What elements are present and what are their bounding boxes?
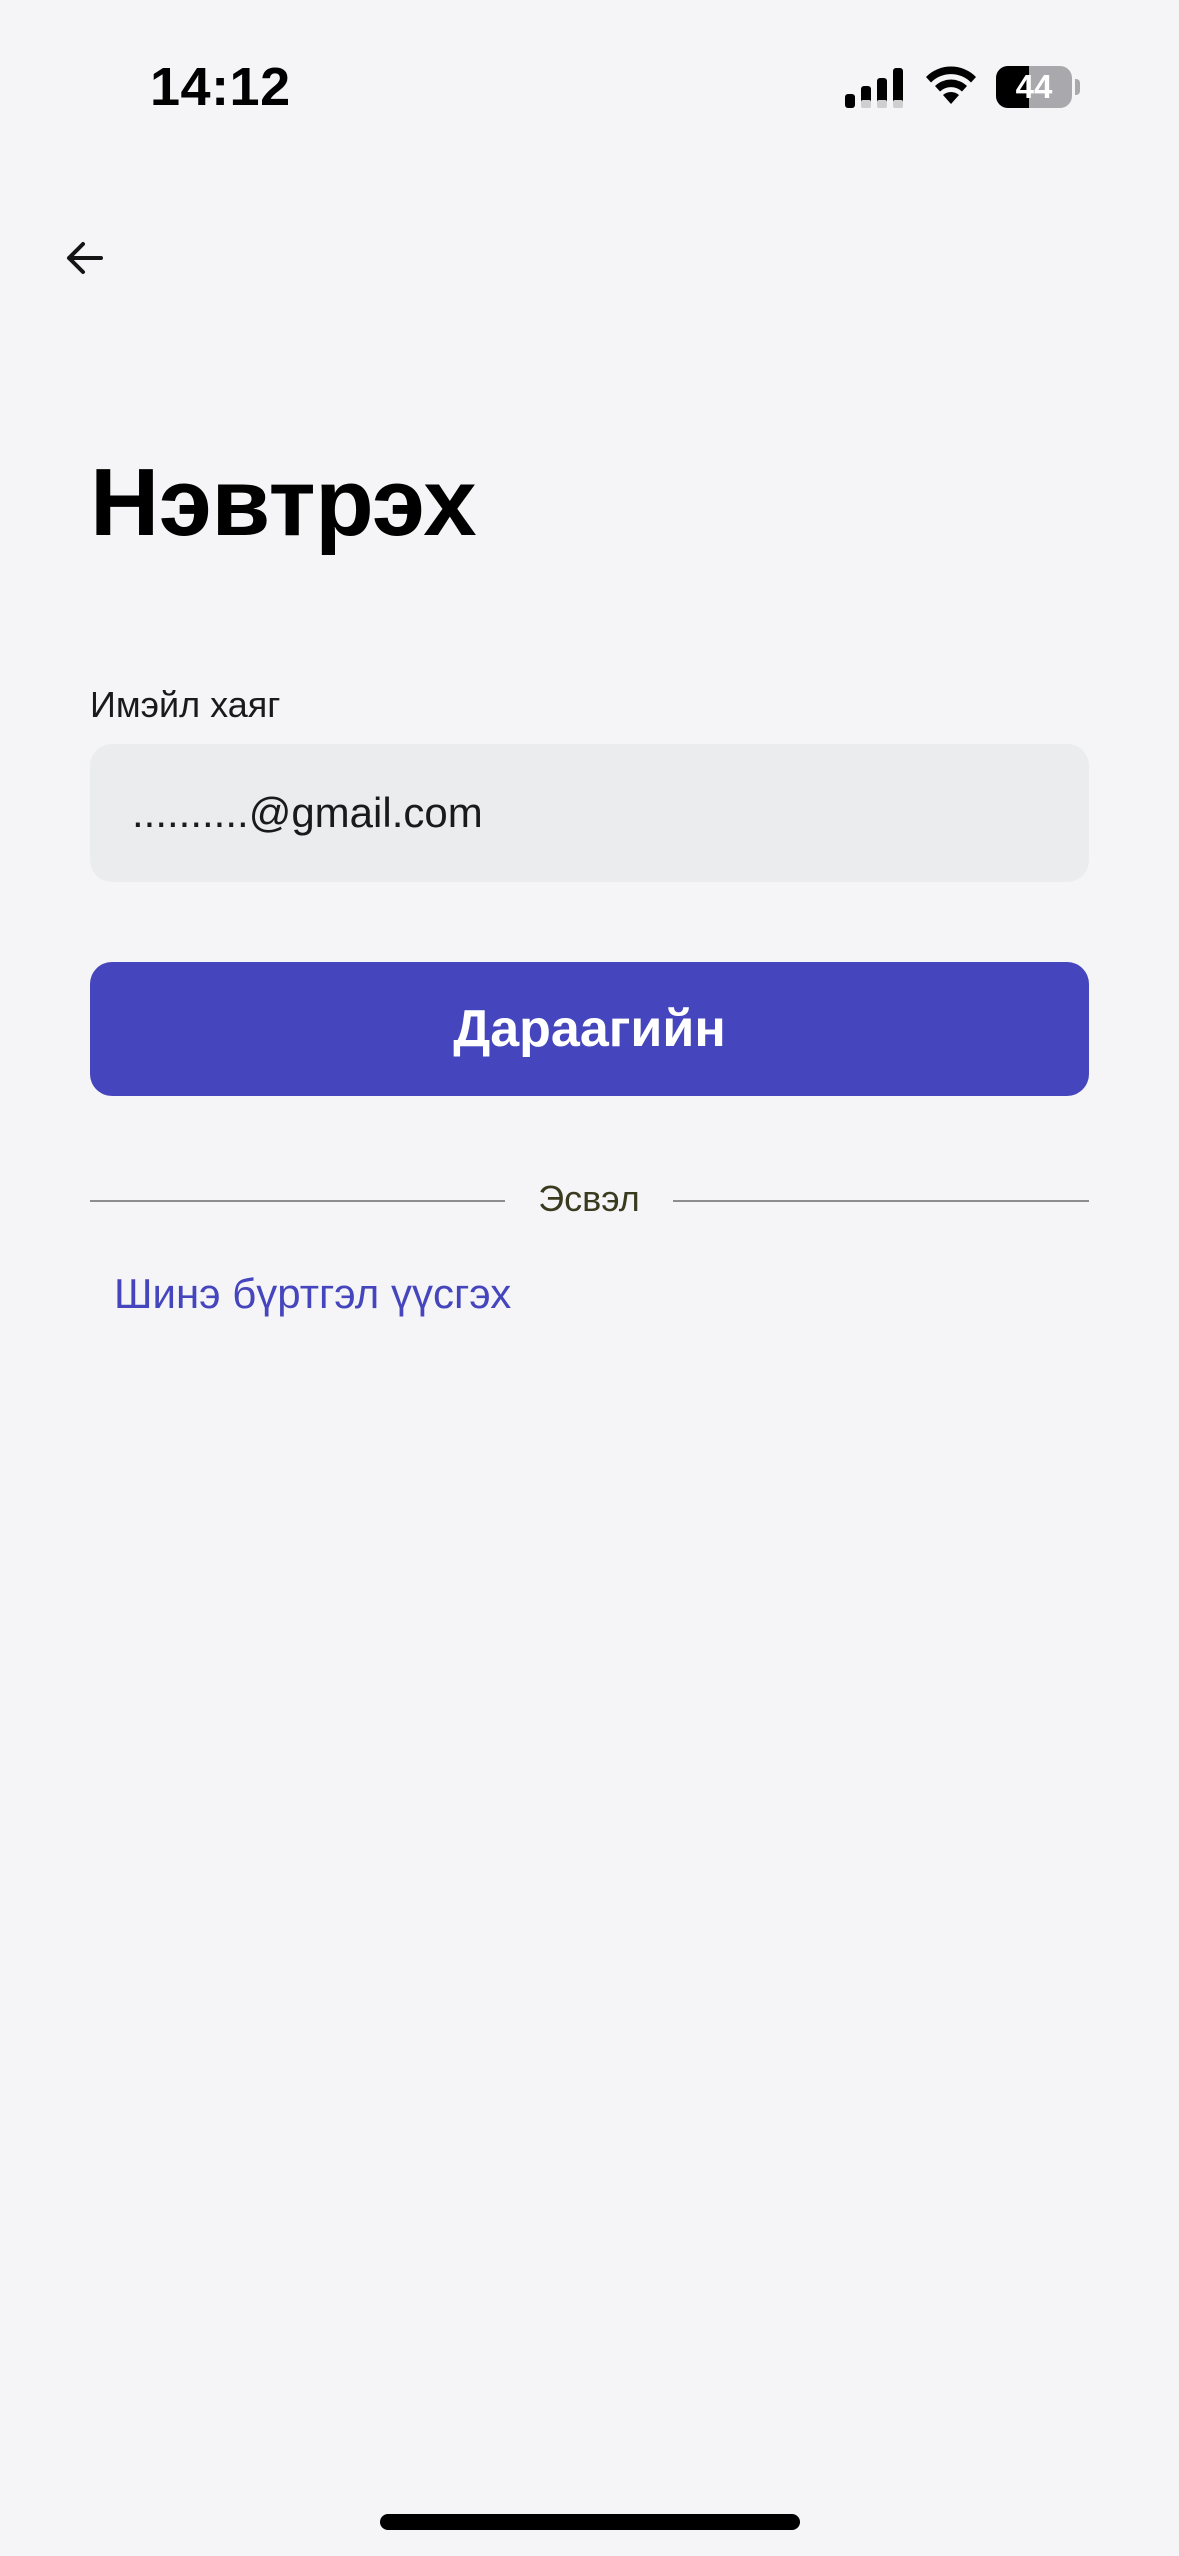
- email-input[interactable]: [90, 744, 1089, 882]
- page-title: Нэвтрэх: [90, 449, 477, 556]
- or-divider: Эсвэл: [90, 1170, 1089, 1230]
- battery-cap: [1075, 79, 1080, 95]
- next-button[interactable]: Дараагийн: [90, 962, 1089, 1096]
- status-time: 14:12: [150, 57, 291, 117]
- back-button[interactable]: [48, 222, 120, 294]
- wifi-icon: [926, 66, 976, 104]
- battery-level: 44: [1015, 68, 1053, 105]
- email-label: Имэйл хаяг: [90, 684, 281, 725]
- battery-body: 44: [996, 66, 1072, 108]
- battery-indicator: 44: [996, 66, 1080, 108]
- divider-line-right: [673, 1200, 1089, 1202]
- divider-line-left: [90, 1200, 505, 1202]
- register-link[interactable]: Шинэ бүртгэл үүсгэх: [114, 1270, 511, 1318]
- cellular-signal-icon: [845, 68, 903, 108]
- divider-text: Эсвэл: [538, 1178, 640, 1219]
- arrow-left-icon: [67, 242, 103, 274]
- home-indicator: [380, 2514, 800, 2530]
- status-bar: 14:12 44: [0, 0, 1179, 160]
